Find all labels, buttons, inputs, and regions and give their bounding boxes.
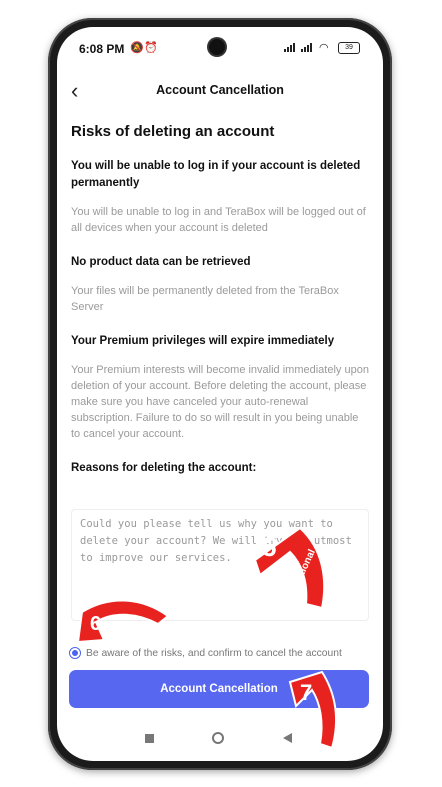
annotation-arrow-6: 6	[76, 599, 170, 644]
step-6-label: 6	[90, 613, 101, 635]
step-5-label: 5	[262, 532, 276, 562]
step-7-label: 7	[300, 680, 312, 705]
annotation-layer: 5 Optional 6 7	[76, 526, 338, 750]
annotation-arrow-5: 5 Optional	[253, 526, 326, 610]
annotation-arrow-7: 7	[288, 670, 338, 750]
